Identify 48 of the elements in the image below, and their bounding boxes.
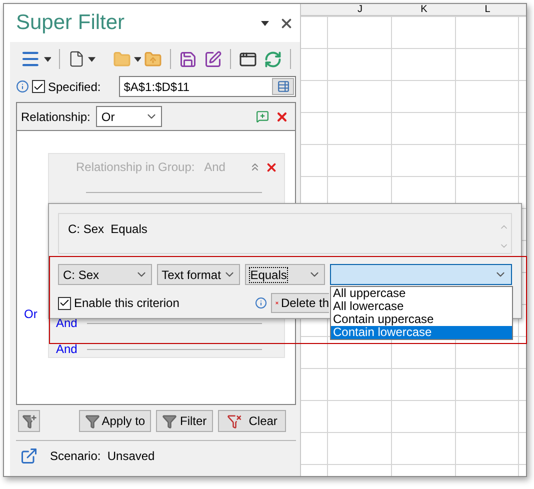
caret-icon xyxy=(261,20,269,26)
caret-icon xyxy=(44,56,52,62)
dropdown-option[interactable]: Contain lowercase xyxy=(331,326,512,339)
table-icon xyxy=(276,80,290,93)
collapse-icon[interactable] xyxy=(249,161,261,173)
delete-icon[interactable] xyxy=(275,110,289,124)
add-filter-button[interactable] xyxy=(18,410,40,432)
add-group-icon[interactable] xyxy=(256,110,269,123)
funnel-x-icon xyxy=(226,414,242,428)
edit-icon[interactable] xyxy=(204,50,222,68)
relationship-label: Relationship: xyxy=(21,110,90,124)
funnel-icon xyxy=(84,414,100,428)
range-picker-button[interactable] xyxy=(272,78,294,95)
or-link[interactable]: Or xyxy=(24,307,38,321)
save-icon[interactable] xyxy=(179,50,198,68)
and-link[interactable]: And xyxy=(56,316,78,330)
column-header: J xyxy=(356,4,364,16)
relationship-select[interactable]: Or xyxy=(96,106,162,127)
checkbox[interactable] xyxy=(58,296,71,310)
document-icon[interactable] xyxy=(68,50,86,68)
specified-label: Specified: xyxy=(48,80,101,94)
funnel-icon xyxy=(162,414,178,428)
info-icon xyxy=(16,80,29,93)
refresh-icon[interactable] xyxy=(264,50,282,68)
panel-title: Super Filter xyxy=(16,11,126,35)
checkbox[interactable] xyxy=(32,80,45,93)
value-combobox[interactable] xyxy=(330,264,512,285)
filter-button[interactable]: Filter xyxy=(156,410,213,432)
delete-button[interactable]: Delete th xyxy=(271,293,329,313)
external-link-icon[interactable] xyxy=(20,447,38,465)
column-select[interactable]: C: Sex xyxy=(58,264,152,285)
info-icon xyxy=(255,297,267,309)
enable-criterion-label: Enable this criterion xyxy=(74,296,180,310)
clear-button[interactable]: Clear xyxy=(218,410,286,432)
column-header: K xyxy=(420,4,428,16)
caret-icon xyxy=(88,56,96,62)
scenario-text: Scenario: Unsaved xyxy=(50,449,155,463)
range-field[interactable]: $A$1:$D$11 xyxy=(118,76,296,97)
delete-icon[interactable] xyxy=(265,160,278,174)
operator-select[interactable]: Equals xyxy=(245,264,325,285)
apply-to-button[interactable]: Apply to xyxy=(79,410,151,432)
type-select[interactable]: Text format xyxy=(156,264,240,285)
group-relationship-text: Relationship in Group: And xyxy=(76,160,226,174)
funnel-plus-icon xyxy=(22,414,36,428)
criterion-summary: C: Sex Equals xyxy=(68,222,148,238)
and-link[interactable]: And xyxy=(56,342,78,356)
column-header: L xyxy=(484,4,492,16)
caret-icon xyxy=(134,56,142,62)
